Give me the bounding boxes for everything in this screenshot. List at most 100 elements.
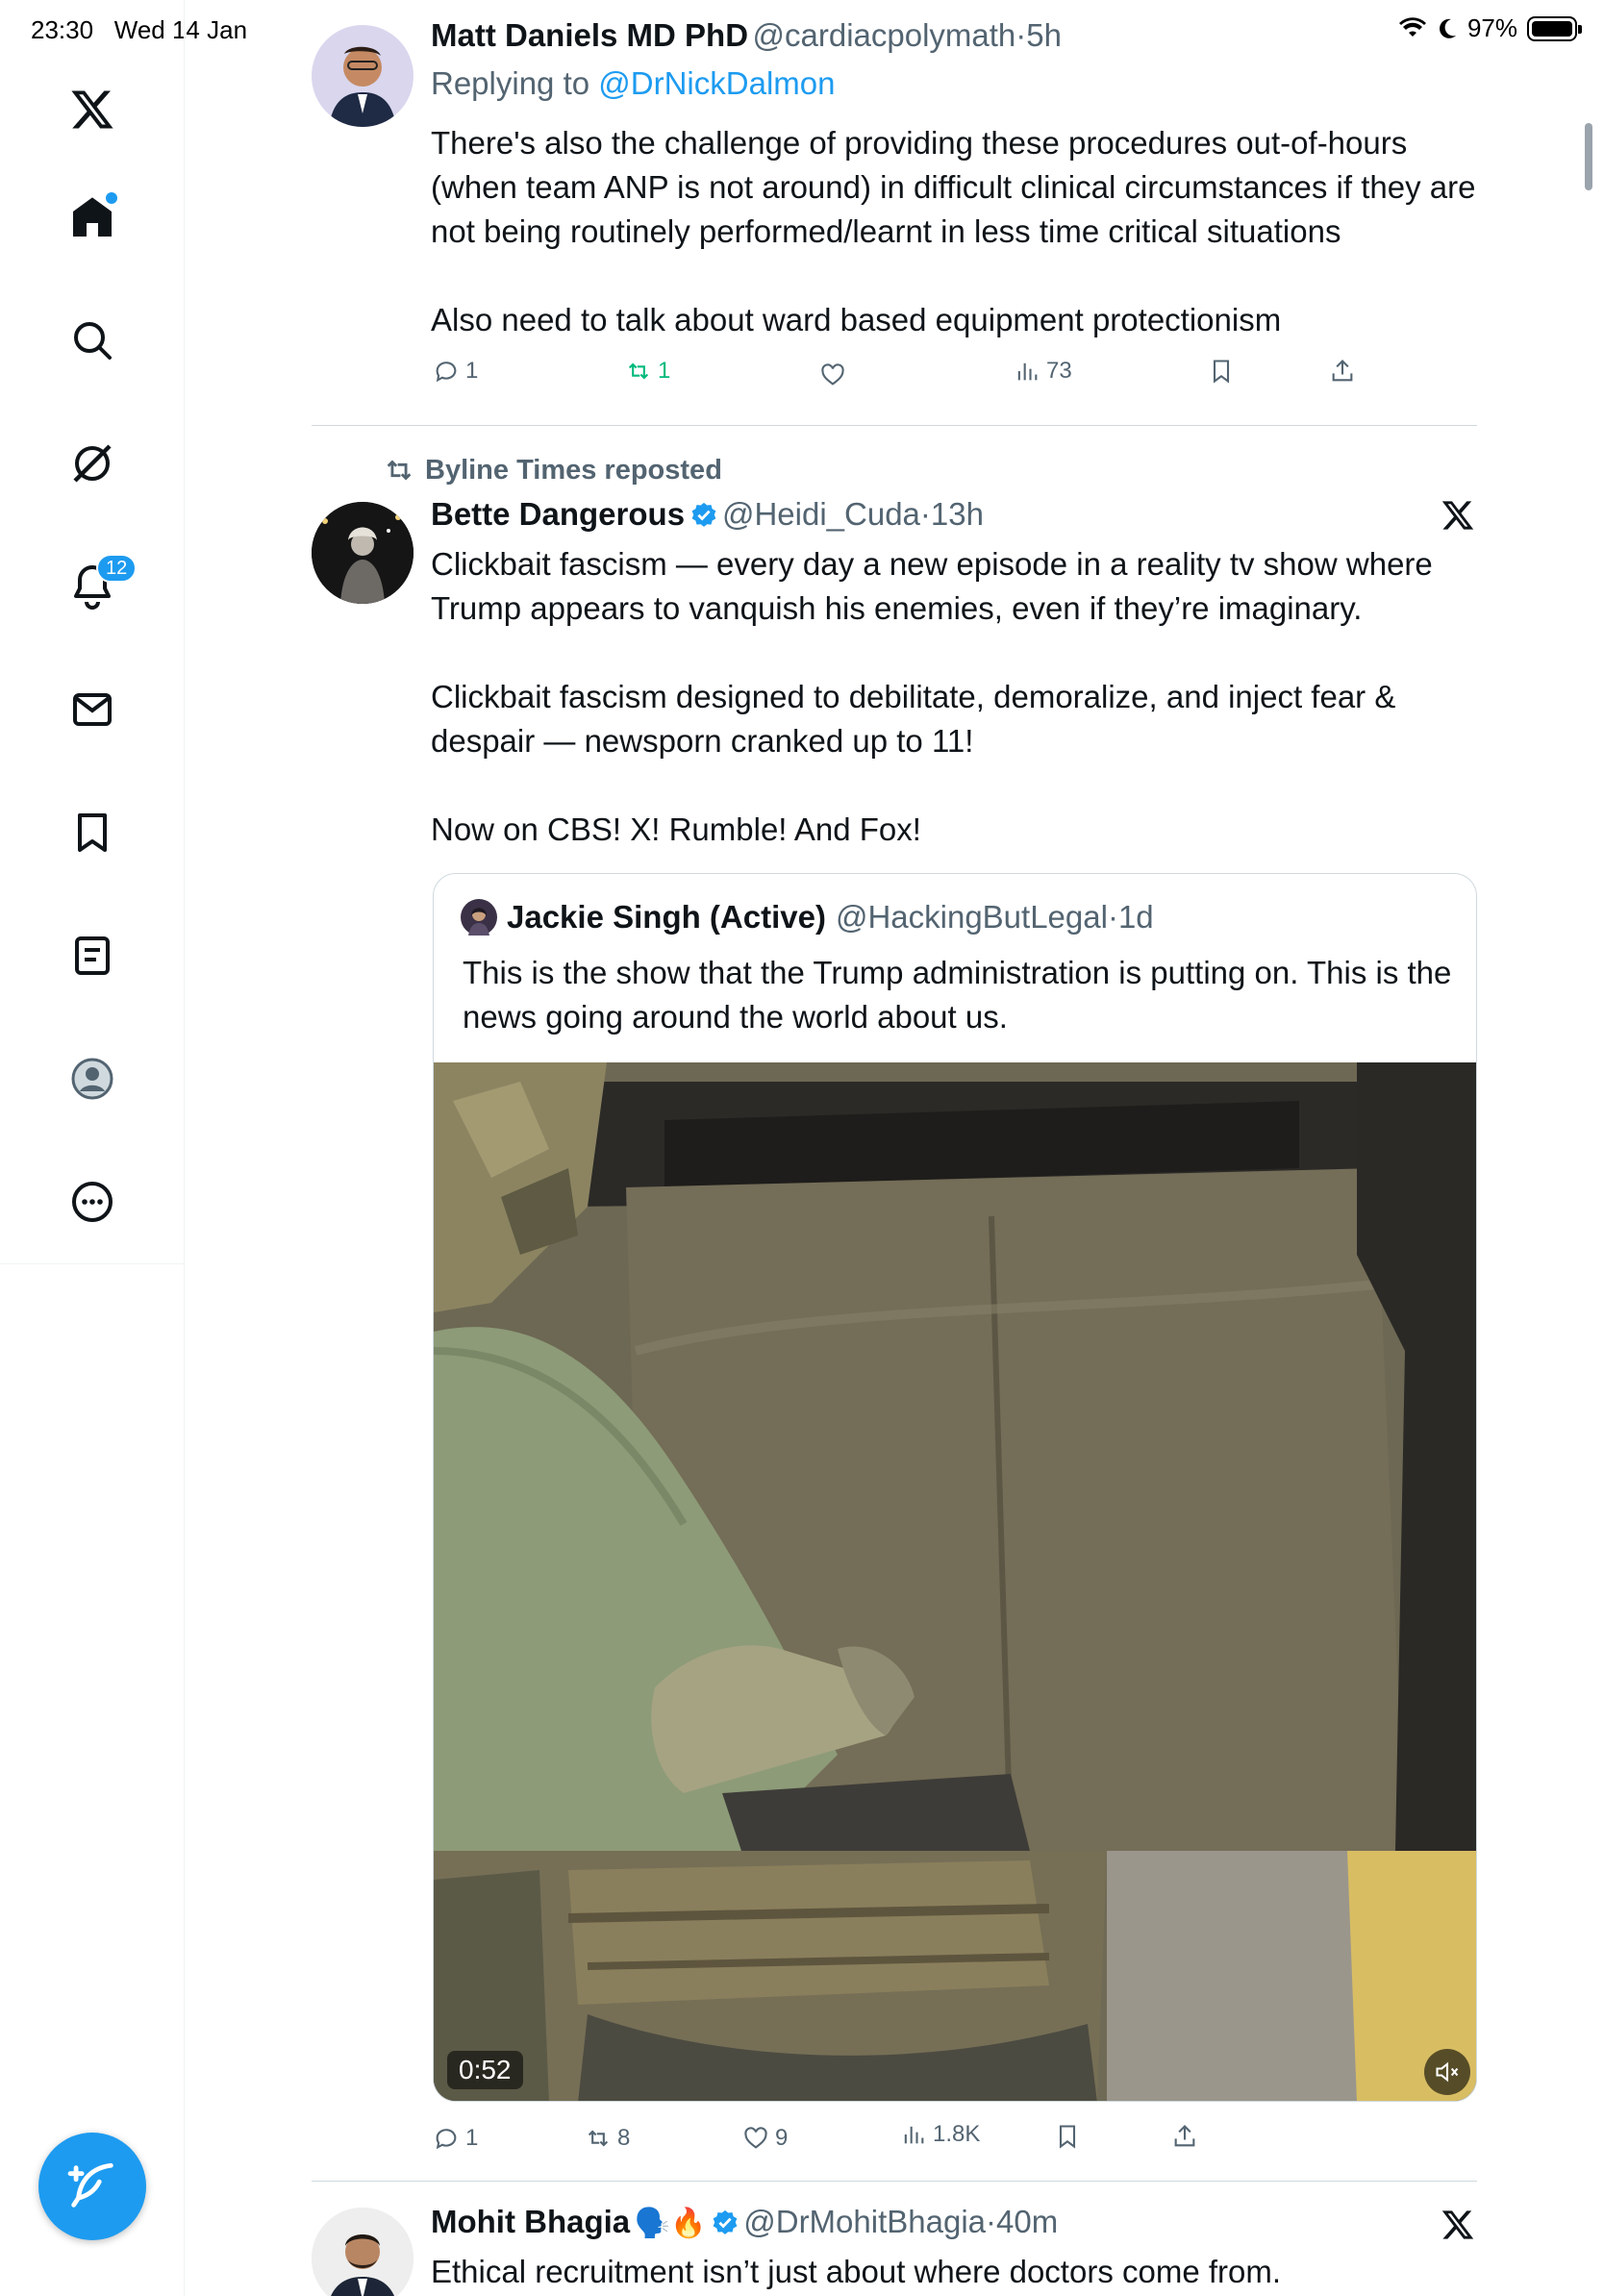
sidebar: 12 (0, 0, 185, 2296)
video-frame (434, 1062, 1476, 2101)
like-button[interactable] (819, 362, 846, 388)
mute-button[interactable] (1424, 2049, 1470, 2095)
views-icon (1017, 362, 1038, 381)
tweet-text-paragraph: Now on CBS! X! Rumble! And Fox! (431, 811, 921, 847)
status-indicators: 97% (1398, 13, 1582, 43)
battery-percent: 97% (1466, 13, 1517, 42)
sidebar-divider (0, 1263, 185, 1264)
tweet-time[interactable]: 40m (996, 2204, 1058, 2239)
battery-icon (1527, 15, 1582, 41)
heart-icon (744, 2127, 767, 2149)
tweet-text-paragraph: Ethical recruitment isn’t just about whe… (431, 2254, 1282, 2289)
meta-separator: · (919, 496, 931, 532)
search-icon[interactable] (63, 312, 121, 369)
video-duration: 0:52 (447, 2051, 523, 2089)
reply-button[interactable]: 1 (433, 2125, 478, 2152)
like-button[interactable]: 9 (742, 2125, 788, 2152)
repost-header[interactable]: Byline Times reposted (383, 454, 722, 487)
heart-icon (821, 363, 844, 386)
home-unread-dot (106, 192, 117, 204)
repost-label: Byline Times reposted (425, 454, 722, 486)
quote-time[interactable]: 1d (1118, 899, 1154, 936)
avatar[interactable] (312, 502, 414, 604)
views-button[interactable]: 1.8K (900, 2121, 980, 2148)
share-icon (1332, 360, 1353, 382)
tweet-text-paragraph: Clickbait fascism — every day a new epis… (431, 546, 1433, 626)
repost-icon (387, 460, 412, 481)
repost-button[interactable]: 1 (625, 358, 670, 385)
quote-tweet-card[interactable]: Jackie Singh (Active) @HackingButLegal · 1… (433, 873, 1477, 2102)
bookmarks-icon[interactable] (63, 804, 121, 861)
replying-to-handle[interactable]: @DrNickDalmon (598, 65, 835, 101)
share-button[interactable] (1329, 358, 1356, 385)
views-button[interactable]: 73 (1014, 358, 1072, 385)
bookmark-button[interactable] (1054, 2123, 1081, 2150)
reply-icon (436, 362, 457, 383)
home-icon[interactable] (63, 188, 121, 246)
compose-icon (67, 2162, 113, 2208)
share-icon (1174, 2125, 1195, 2147)
quote-author-name[interactable]: Jackie Singh (Active) (507, 899, 826, 936)
x-logo-icon[interactable] (1441, 498, 1475, 537)
reply-icon (436, 2129, 457, 2150)
repost-icon (628, 362, 649, 380)
bookmark-icon (1059, 2125, 1076, 2149)
profile-icon[interactable] (63, 1050, 121, 1108)
notifications-badge: 12 (96, 554, 138, 583)
author-handle[interactable]: @Heidi_Cuda (722, 496, 920, 532)
author-name[interactable]: Mohit Bhagia (431, 2204, 630, 2239)
repost-count: 8 (617, 2125, 631, 2151)
bookmark-icon (1213, 360, 1230, 384)
reply-count: 1 (465, 2125, 479, 2151)
avatar[interactable] (312, 25, 414, 127)
x-logo-icon[interactable] (1441, 2208, 1475, 2247)
author-name[interactable]: Matt Daniels MD PhD (431, 17, 748, 53)
meta-separator: · (1107, 899, 1118, 935)
bookmark-button[interactable] (1208, 358, 1235, 385)
views-count: 1.8K (933, 2121, 981, 2147)
x-logo-icon[interactable] (63, 81, 121, 138)
author-handle[interactable]: @cardiacpolymath (753, 17, 1016, 53)
scrollbar-thumb[interactable] (1585, 123, 1592, 190)
replying-to-label: Replying to (431, 65, 590, 101)
repost-icon (588, 2130, 609, 2147)
author-handle[interactable]: @DrMohitBhagia (743, 2204, 986, 2239)
messages-icon[interactable] (63, 681, 121, 738)
quote-text: This is the show that the Trump administ… (463, 955, 1452, 1035)
share-button[interactable] (1171, 2123, 1198, 2150)
lists-icon[interactable] (63, 927, 121, 985)
quote-author-handle[interactable]: @HackingButLegal (836, 899, 1108, 936)
verified-badge-icon (713, 2209, 738, 2234)
views-count: 73 (1046, 358, 1072, 384)
tweet-body: Clickbait fascism — every day a new epis… (431, 542, 1479, 852)
tweet-text-paragraph: Clickbait fascism designed to debilitate… (431, 679, 1396, 759)
tweet-time[interactable]: 13h (931, 496, 984, 532)
notifications-icon[interactable]: 12 (63, 554, 138, 615)
meta-separator: · (986, 2204, 997, 2239)
repost-button[interactable]: 8 (585, 2125, 630, 2152)
video-player[interactable]: 0:52 (434, 1062, 1476, 2101)
moon-icon (1440, 18, 1456, 38)
meta-separator: · (1015, 17, 1027, 53)
tweet-divider (312, 2181, 1477, 2182)
repost-count: 1 (658, 358, 671, 384)
tweet-text-paragraph: There's also the challenge of providing … (431, 125, 1476, 249)
verified-badge-icon (691, 502, 715, 527)
quote-avatar[interactable] (461, 899, 497, 936)
author-name[interactable]: Bette Dangerous (431, 496, 685, 532)
grok-icon[interactable] (63, 435, 121, 492)
author-name-emojis: 🗣️🔥 (634, 2208, 707, 2239)
views-icon (904, 2126, 924, 2144)
reply-count: 1 (465, 358, 479, 384)
tweet-body: There's also the challenge of providing … (431, 121, 1479, 342)
tweet-time[interactable]: 5h (1026, 17, 1062, 53)
reply-button[interactable]: 1 (433, 358, 478, 385)
avatar[interactable] (312, 2208, 414, 2296)
tweet-divider (312, 425, 1477, 426)
speaker-muted-icon (1436, 2061, 1459, 2083)
tweet-text-paragraph: Also need to talk about ward based equip… (431, 302, 1282, 337)
more-icon[interactable] (63, 1173, 121, 1231)
wifi-icon (1398, 16, 1426, 37)
like-count: 9 (775, 2125, 789, 2151)
compose-button[interactable] (38, 2133, 146, 2240)
